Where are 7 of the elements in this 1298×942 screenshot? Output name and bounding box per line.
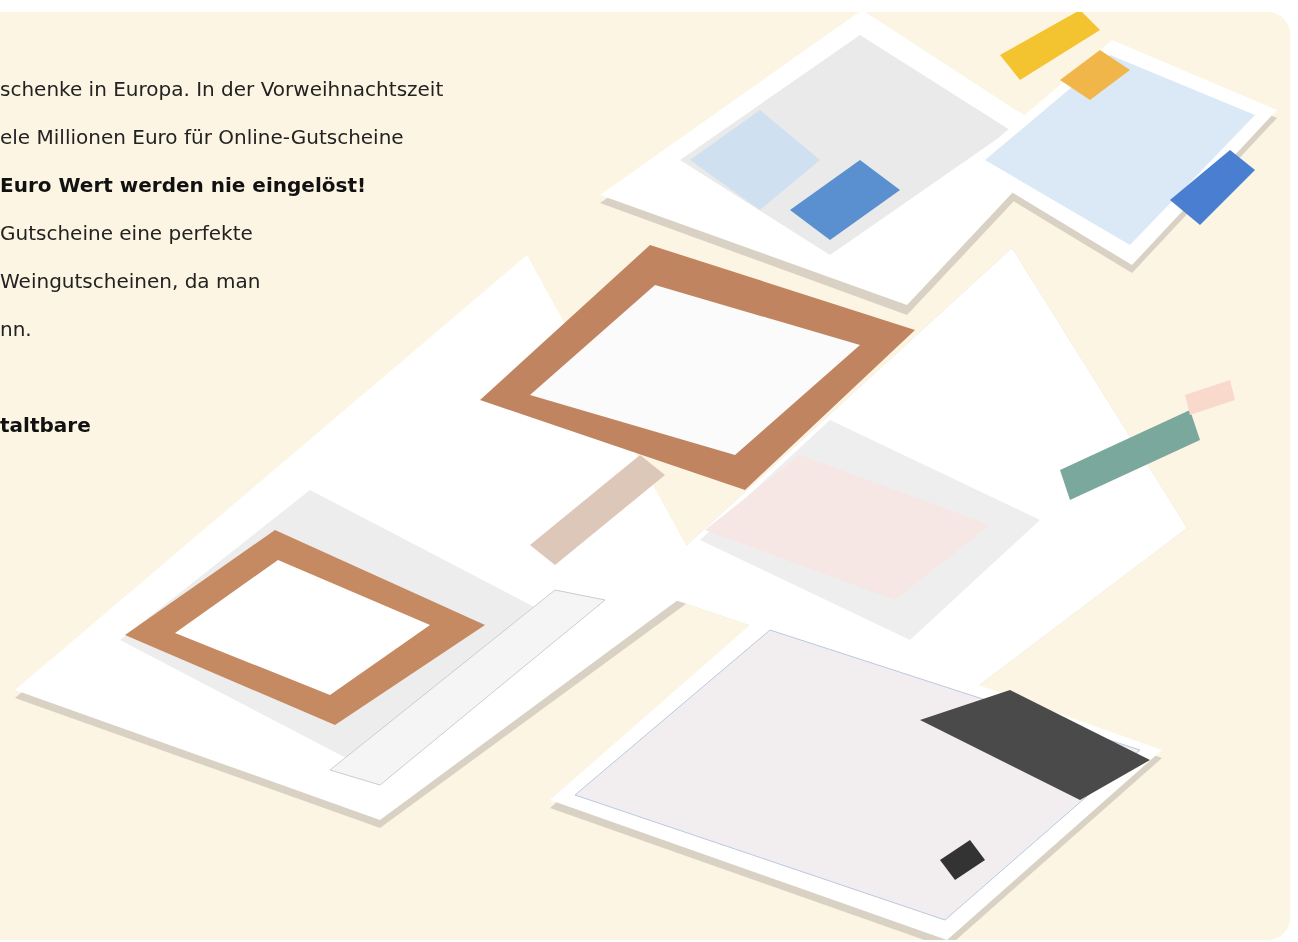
body-text-line: schenke in Europa. In der Vorweihnachtszeit (0, 76, 444, 103)
body-text-line: Weingutscheinen, da man (0, 268, 261, 295)
body-text-line: ele Millionen Euro für Online-Gutscheine (0, 124, 404, 151)
body-text-line: Gutscheine eine perfekte (0, 220, 253, 247)
body-text-line: taltbare (0, 412, 91, 439)
body-text-line: Euro Wert werden nie eingelöst! (0, 172, 367, 199)
body-text-line: nn. (0, 316, 32, 343)
